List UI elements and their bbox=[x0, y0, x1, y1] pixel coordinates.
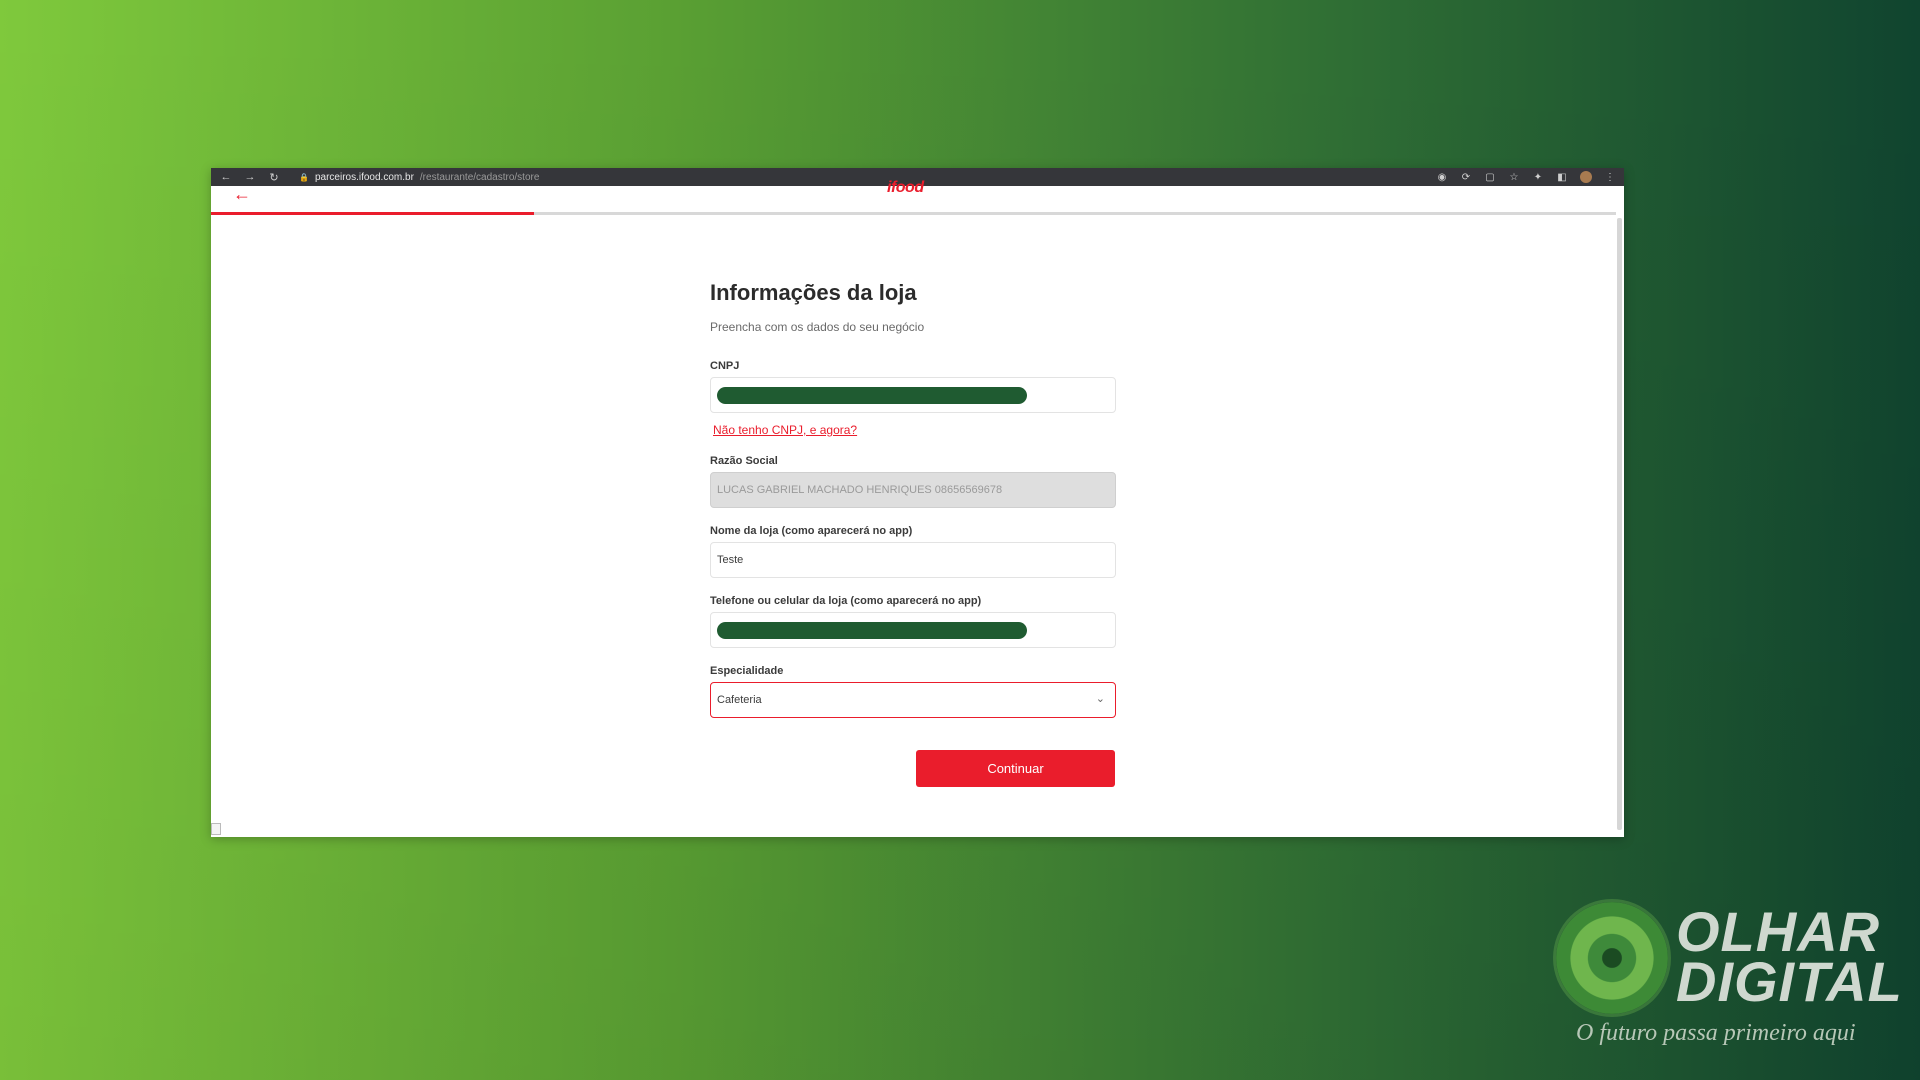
reload-icon[interactable]: ↻ bbox=[267, 171, 281, 184]
broken-image-icon bbox=[211, 823, 221, 835]
sidepanel-icon[interactable]: ◧ bbox=[1556, 172, 1568, 183]
puzzle-icon[interactable]: ✦ bbox=[1532, 172, 1544, 183]
page-subtitle: Preencha com os dados do seu negócio bbox=[710, 320, 925, 334]
site-header: ← ifood bbox=[211, 179, 1624, 214]
profile-avatar[interactable] bbox=[1580, 171, 1592, 183]
address-bar[interactable]: 🔒 parceiros.ifood.com.br/restaurante/cad… bbox=[291, 172, 1426, 183]
browser-actions: ◉ ⟳ ▢ ☆ ✦ ◧ ⋮ bbox=[1436, 171, 1616, 183]
redaction-bar bbox=[717, 621, 1027, 639]
page-scrollbar[interactable] bbox=[1617, 218, 1622, 830]
page-title: Informações da loja bbox=[710, 280, 917, 305]
star-icon[interactable]: ☆ bbox=[1508, 172, 1520, 183]
chevron-down-icon: ⌄ bbox=[1095, 693, 1105, 705]
phone-field: Telefone ou celular da loja (como aparec… bbox=[710, 595, 1116, 648]
razao-label: Razão Social bbox=[710, 455, 778, 467]
store-info-form: Informações da loja Preencha com os dado… bbox=[710, 280, 1116, 735]
lock-icon: 🔒 bbox=[299, 172, 309, 182]
brand-tagline: O futuro passa primeiro aqui bbox=[1576, 1020, 1856, 1046]
brand-word-2: DIGITAL bbox=[1676, 950, 1903, 1013]
cnpj-input[interactable] bbox=[710, 377, 1116, 413]
share-icon[interactable]: ▢ bbox=[1484, 172, 1496, 183]
no-cnpj-link[interactable]: Não tenho CNPJ, e agora? bbox=[713, 423, 857, 437]
browser-window: ← → ↻ 🔒 parceiros.ifood.com.br/restauran… bbox=[211, 168, 1624, 837]
redaction-bar bbox=[717, 386, 1027, 404]
cnpj-field: CNPJ bbox=[710, 360, 1116, 413]
olhar-digital-logo-icon bbox=[1556, 902, 1668, 1014]
back-icon[interactable]: ← bbox=[219, 171, 233, 183]
razao-input: LUCAS GABRIEL MACHADO HENRIQUES 08656569… bbox=[710, 472, 1116, 508]
url-path: /restaurante/cadastro/store bbox=[419, 171, 540, 183]
specialty-value: Cafeteria bbox=[717, 694, 762, 706]
specialty-field: Especialidade Cafeteria ⌄ bbox=[710, 665, 1116, 718]
back-arrow-icon[interactable]: ← bbox=[233, 184, 251, 205]
forward-icon[interactable]: → bbox=[243, 171, 257, 183]
store-name-label: Nome da loja (como aparecerá no app) bbox=[710, 525, 913, 537]
translate-icon[interactable]: ⟳ bbox=[1460, 172, 1472, 183]
step-progress bbox=[211, 212, 1616, 215]
continue-button[interactable]: Continuar bbox=[916, 750, 1115, 787]
phone-input[interactable] bbox=[710, 612, 1116, 648]
extension-icon[interactable]: ◉ bbox=[1436, 172, 1448, 183]
url-host: parceiros.ifood.com.br bbox=[314, 171, 414, 183]
step-progress-fill bbox=[211, 212, 535, 215]
specialty-label: Especialidade bbox=[710, 665, 784, 677]
ifood-logo[interactable]: ifood bbox=[887, 179, 924, 197]
razao-field: Razão Social LUCAS GABRIEL MACHADO HENRI… bbox=[710, 455, 1116, 508]
store-name-input[interactable]: Teste bbox=[710, 542, 1116, 578]
store-name-field: Nome da loja (como aparecerá no app) Tes… bbox=[710, 525, 1116, 578]
menu-icon[interactable]: ⋮ bbox=[1604, 172, 1616, 183]
olhar-digital-watermark: OLHAR DIGITAL O futuro passa primeiro aq… bbox=[1554, 900, 1902, 1060]
specialty-select[interactable]: Cafeteria ⌄ bbox=[710, 682, 1116, 718]
cnpj-label: CNPJ bbox=[710, 360, 740, 372]
phone-label: Telefone ou celular da loja (como aparec… bbox=[710, 595, 982, 607]
